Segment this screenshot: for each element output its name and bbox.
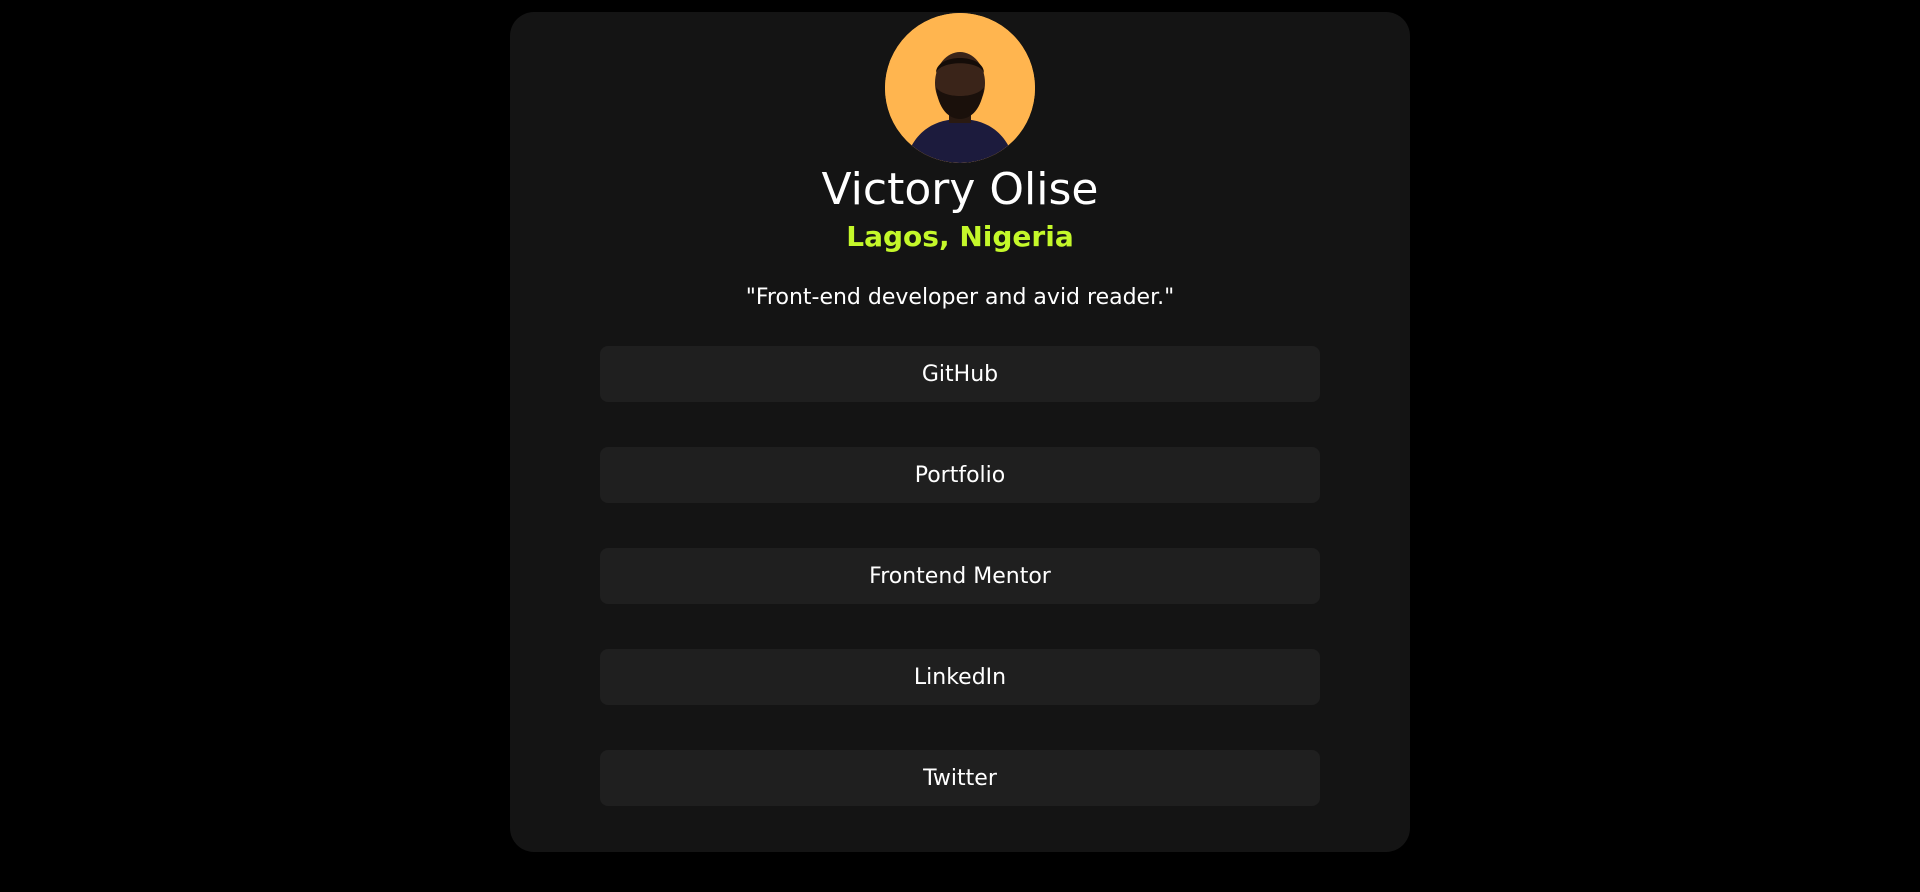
- profile-card: Victory Olise Lagos, Nigeria "Front-end …: [510, 12, 1410, 852]
- list-item: LinkedIn: [600, 649, 1320, 705]
- profile-name: Victory Olise: [821, 164, 1099, 215]
- profile-location: Lagos, Nigeria: [846, 220, 1074, 253]
- frontend-mentor-link-button[interactable]: Frontend Mentor: [600, 548, 1320, 604]
- avatar: [885, 13, 1035, 163]
- list-item: GitHub: [600, 346, 1320, 402]
- portfolio-link-button[interactable]: Portfolio: [600, 447, 1320, 503]
- avatar-photo: [885, 13, 1035, 163]
- list-item: Portfolio: [600, 447, 1320, 503]
- github-link-button[interactable]: GitHub: [600, 346, 1320, 402]
- list-item: Frontend Mentor: [600, 548, 1320, 604]
- list-item: Twitter: [600, 750, 1320, 806]
- twitter-link-button[interactable]: Twitter: [600, 750, 1320, 806]
- linkedin-link-button[interactable]: LinkedIn: [600, 649, 1320, 705]
- social-links-list: GitHub Portfolio Frontend Mentor LinkedI…: [600, 346, 1320, 851]
- profile-bio: "Front-end developer and avid reader.": [745, 285, 1175, 310]
